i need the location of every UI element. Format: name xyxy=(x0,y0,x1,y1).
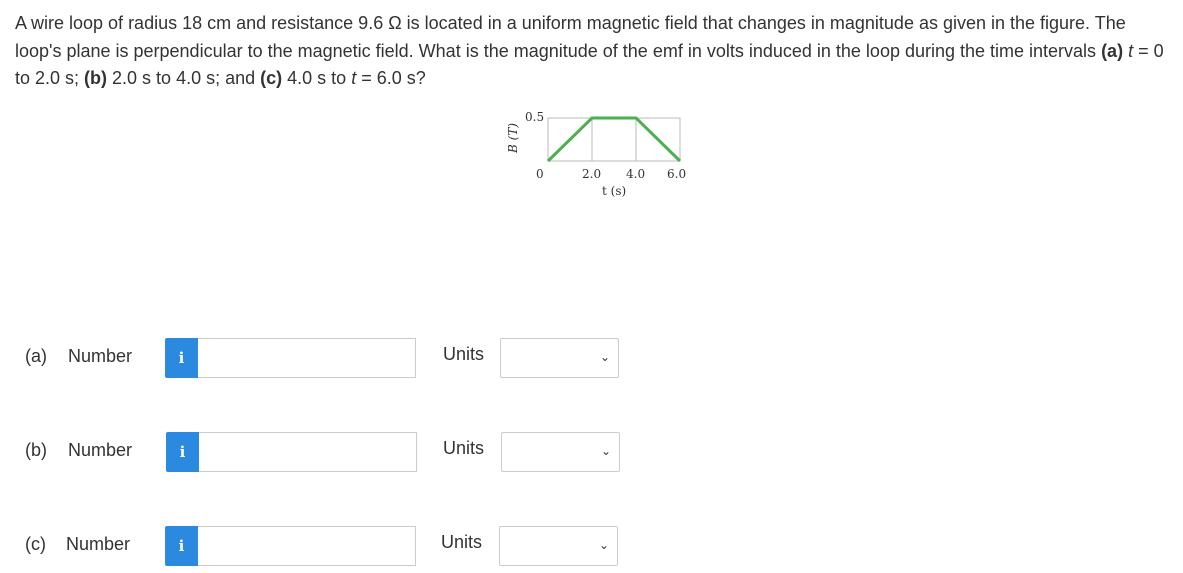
x-tick-6: 6.0 xyxy=(667,167,686,181)
units-label: Units xyxy=(441,532,483,552)
answer-row-b: (b) Number i Units ⌄ xyxy=(0,432,640,472)
number-input[interactable] xyxy=(198,338,416,378)
number-label: Number xyxy=(68,440,133,460)
units-select[interactable]: ⌄ xyxy=(501,432,620,472)
x-tick-4: 4.0 xyxy=(626,167,645,181)
chevron-down-icon: ⌄ xyxy=(600,444,611,458)
x-axis-label: t (s) xyxy=(602,184,626,198)
y-tick-0.5: 0.5 xyxy=(525,110,544,124)
number-label: Number xyxy=(68,346,133,366)
part-label: (b) xyxy=(25,440,47,460)
units-label: Units xyxy=(443,344,485,364)
info-icon[interactable]: i xyxy=(166,432,199,472)
x-tick-0: 0 xyxy=(536,167,544,181)
units-select[interactable]: ⌄ xyxy=(499,526,618,566)
b-field-line xyxy=(546,116,682,163)
chevron-down-icon: ⌄ xyxy=(599,350,610,364)
info-icon[interactable]: i xyxy=(165,338,198,378)
question-text: A wire loop of radius 18 cm and resistan… xyxy=(15,13,1164,88)
number-label: Number xyxy=(66,534,131,554)
y-axis-label: B (T) xyxy=(506,123,520,154)
units-select[interactable]: ⌄ xyxy=(500,338,619,378)
answer-row-a: (a) Number i Units ⌄ xyxy=(0,338,640,378)
number-input[interactable] xyxy=(199,432,417,472)
part-label: (a) xyxy=(25,346,47,366)
x-tick-2: 2.0 xyxy=(582,167,601,181)
chevron-down-icon: ⌄ xyxy=(598,538,609,552)
plot-frame xyxy=(547,117,681,162)
units-label: Units xyxy=(443,438,485,458)
part-label: (c) xyxy=(25,534,46,554)
b-vs-t-graph: 0.5 B (T) 0 2.0 4.0 6.0 t (s) xyxy=(506,110,686,198)
info-icon[interactable]: i xyxy=(165,526,198,566)
answer-row-c: (c) Number i Units ⌄ xyxy=(0,526,640,566)
number-input[interactable] xyxy=(198,526,416,566)
